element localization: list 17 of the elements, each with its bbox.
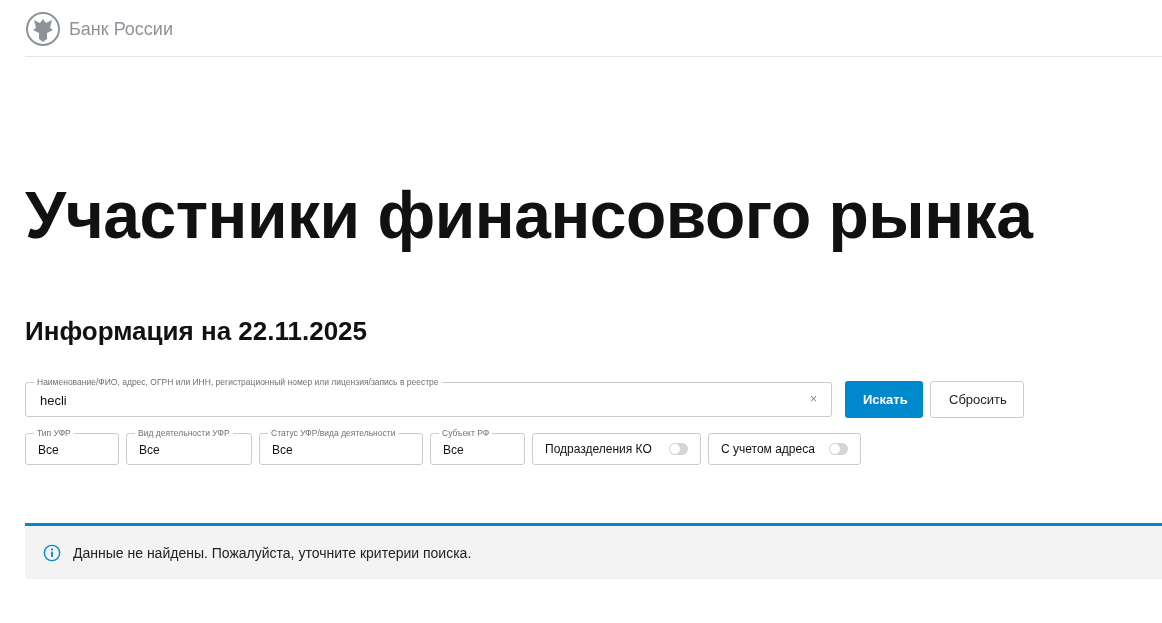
field-label: Вид деятельности УФР [135,428,233,439]
toggle-switch[interactable] [669,443,688,455]
alert-message: Данные не найдены. Пожалуйста, уточните критерии поиска. [73,544,472,561]
eagle-emblem-icon[interactable] [25,11,61,47]
clear-button[interactable]: × [810,392,817,406]
field-label: Субъект РФ [439,428,493,439]
info-icon [43,543,61,562]
toggle-switch[interactable] [829,443,848,455]
reset-button[interactable]: Сбросить [930,381,1024,418]
field-label: Наименование/ФИО, адрес, ОГРН или ИНН, регистрационный номер или лицензия/запись в реестре [34,377,442,388]
toggle-label: С учетом адреса [721,442,815,456]
toggle-label: Подразделения КО [545,442,652,456]
search-button[interactable]: Искать [845,381,923,418]
info-date-heading: Информация на 22.11.2025 [25,315,368,347]
page-title: Участники финансового рынка [25,177,1035,254]
field-label: Статус УФР/вида деятельности [268,428,399,439]
field-label: Тип УФР [34,428,74,439]
